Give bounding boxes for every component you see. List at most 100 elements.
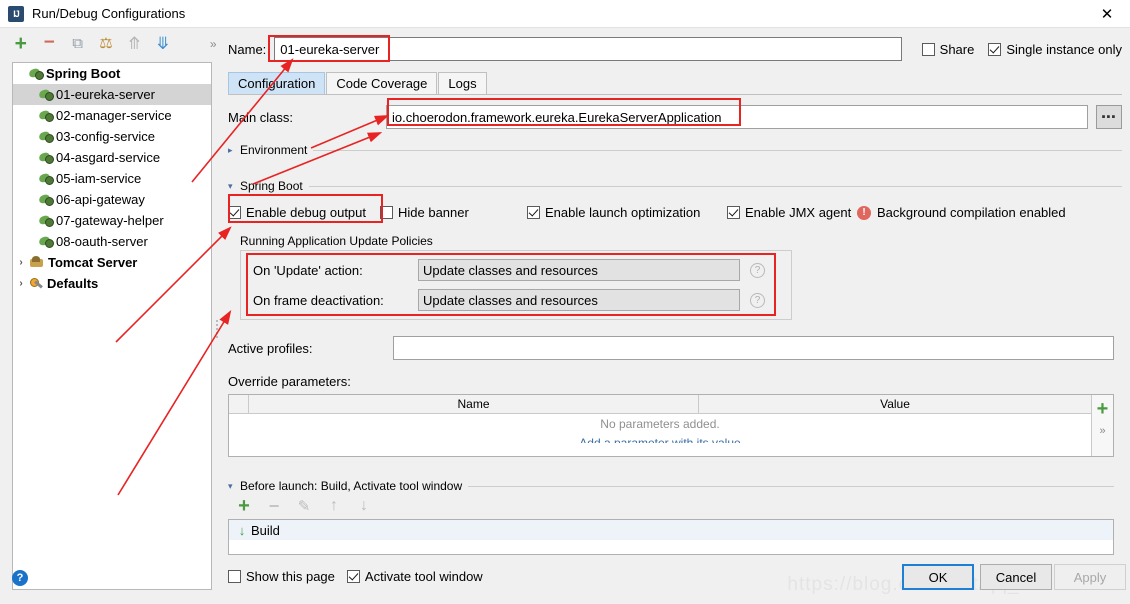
table-column-spacer — [229, 395, 249, 413]
close-icon[interactable]: ✕ — [1084, 0, 1130, 28]
override-parameters-table[interactable]: Name Value No parameters added. Add a pa… — [228, 394, 1114, 457]
build-icon: ↓ — [233, 523, 251, 538]
add-task-icon[interactable]: + — [236, 495, 252, 518]
tree-group-tomcat-server[interactable]: › Tomcat Server — [13, 252, 211, 273]
enable-launch-optimization-label: Enable launch optimization — [545, 205, 700, 220]
intellij-idea-icon: IJ — [8, 6, 24, 22]
tree-item-label: 05-iam-service — [56, 171, 141, 186]
add-parameter-button[interactable]: + — [1092, 395, 1113, 423]
table-column-value[interactable]: Value — [699, 395, 1091, 413]
on-frame-deactivation-select[interactable]: Update classes and resources — [418, 289, 740, 311]
chevron-right-icon[interactable]: ▸ — [228, 145, 240, 156]
divider — [313, 150, 1122, 151]
wrench-icon[interactable]: ⚖ — [97, 35, 114, 53]
tree-item-02-manager-service[interactable]: 02-manager-service — [13, 105, 211, 126]
tree-item-01-eureka-server[interactable]: 01-eureka-server — [13, 84, 211, 105]
hide-banner-label: Hide banner — [398, 205, 469, 220]
chevron-right-icon[interactable]: › — [13, 278, 29, 289]
share-label: Share — [940, 42, 975, 57]
add-icon[interactable]: + — [12, 35, 29, 53]
tree-item-05-iam-service[interactable]: 05-iam-service — [13, 168, 211, 189]
table-body: No parameters added. Add a parameter wit… — [229, 414, 1113, 456]
divider — [309, 186, 1122, 187]
window-title: Run/Debug Configurations — [32, 6, 185, 21]
before-launch-section-header[interactable]: ▾ Before launch: Build, Activate tool wi… — [228, 479, 1122, 493]
dialog-footer: https://blog.csdn.net/qq_26981833 ? OK C… — [0, 556, 1130, 604]
title-bar: IJ Run/Debug Configurations ✕ — [0, 0, 1130, 28]
tree-item-label: 06-api-gateway — [56, 192, 145, 207]
move-up-icon[interactable]: ⤊ — [126, 35, 143, 53]
table-column-name[interactable]: Name — [249, 395, 699, 413]
table-side-toolbar: + » — [1091, 395, 1113, 456]
chevron-down-icon[interactable]: ▾ — [228, 181, 240, 192]
move-up-icon: ↑ — [326, 497, 342, 515]
tree-item-label: 04-asgard-service — [56, 150, 160, 165]
browse-main-class-button[interactable]: ▪▪▪ — [1096, 105, 1122, 129]
on-frame-deactivation-row: On frame deactivation: Update classes an… — [253, 289, 781, 311]
tab-configuration[interactable]: Configuration — [228, 72, 325, 94]
tree-item-04-asgard-service[interactable]: 04-asgard-service — [13, 147, 211, 168]
main-class-input[interactable] — [386, 105, 1088, 129]
help-icon[interactable]: ? — [12, 570, 28, 586]
environment-section-header[interactable]: ▸ Environment — [228, 143, 1122, 157]
tree-group-spring-boot[interactable]: ⱟ Spring Boot — [13, 63, 211, 84]
right-pane: Name: Share Single instance only Configu… — [222, 28, 1130, 604]
tree-item-07-gateway-helper[interactable]: 07-gateway-helper — [13, 210, 211, 231]
enable-launch-optimization-checkbox[interactable]: Enable launch optimization — [527, 205, 727, 220]
active-profiles-row: Active profiles: — [228, 336, 1122, 360]
update-policies-group: On 'Update' action: Update classes and r… — [240, 250, 792, 320]
remove-icon[interactable]: − — [40, 35, 57, 53]
expand-more-icon[interactable]: » — [205, 35, 222, 53]
cancel-button[interactable]: Cancel — [980, 564, 1052, 590]
ok-button[interactable]: OK — [902, 564, 974, 590]
tree-item-08-oauth-server[interactable]: 08-oauth-server — [13, 231, 211, 252]
chevron-down-icon[interactable]: ▾ — [228, 481, 240, 492]
tab-bar: Configuration Code Coverage Logs — [228, 72, 488, 94]
spring-boot-icon — [39, 214, 54, 227]
move-down-icon: ↓ — [356, 497, 372, 515]
tree-group-defaults[interactable]: › Defaults — [13, 273, 211, 294]
enable-jmx-agent-checkbox[interactable]: Enable JMX agent — [727, 205, 857, 220]
help-icon[interactable]: ? — [750, 263, 765, 278]
active-profiles-input[interactable] — [393, 336, 1114, 360]
background-compilation-warning: ! Background compilation enabled — [857, 205, 1066, 220]
background-compilation-label: Background compilation enabled — [877, 205, 1066, 220]
add-parameter-link[interactable]: Add a parameter with its value — [229, 436, 1091, 443]
checkbox-box — [988, 43, 1001, 56]
apply-button[interactable]: Apply — [1054, 564, 1126, 590]
chevron-right-icon[interactable]: › — [13, 257, 29, 268]
configurations-tree[interactable]: ⱟ Spring Boot 01-eureka-server 02-manage… — [12, 62, 212, 590]
single-instance-only-checkbox[interactable]: Single instance only — [988, 42, 1122, 57]
help-icon[interactable]: ? — [750, 293, 765, 308]
tree-item-label: 08-oauth-server — [56, 234, 148, 249]
share-checkbox[interactable]: Share — [922, 42, 975, 57]
tree-group-label: Tomcat Server — [48, 255, 137, 270]
pane-splitter[interactable] — [214, 318, 220, 344]
chevron-down-icon[interactable]: ⱟ — [13, 68, 29, 79]
tree-item-06-api-gateway[interactable]: 06-api-gateway — [13, 189, 211, 210]
name-input[interactable] — [274, 37, 901, 61]
enable-debug-output-checkbox[interactable]: Enable debug output — [228, 205, 380, 220]
on-update-action-label: On 'Update' action: — [253, 263, 418, 278]
tree-item-03-config-service[interactable]: 03-config-service — [13, 126, 211, 147]
tree-group-label: Defaults — [47, 276, 98, 291]
single-instance-label: Single instance only — [1006, 42, 1122, 57]
before-launch-item-build[interactable]: ↓ Build — [229, 520, 1113, 540]
on-frame-deactivation-label: On frame deactivation: — [253, 293, 418, 308]
checkbox-box — [922, 43, 935, 56]
defaults-icon — [29, 277, 44, 291]
more-actions-button[interactable]: » — [1092, 423, 1113, 439]
main-class-row: Main class: ▪▪▪ — [228, 105, 1122, 129]
checkbox-box — [228, 206, 241, 219]
tab-code-coverage[interactable]: Code Coverage — [326, 72, 437, 94]
on-update-action-select[interactable]: Update classes and resources — [418, 259, 740, 281]
hide-banner-checkbox[interactable]: Hide banner — [380, 205, 527, 220]
tab-logs[interactable]: Logs — [438, 72, 486, 94]
update-policies-title: Running Application Update Policies — [240, 234, 1122, 248]
on-update-action-row: On 'Update' action: Update classes and r… — [253, 259, 781, 281]
before-launch-list[interactable]: ↓ Build — [228, 519, 1114, 555]
move-down-icon[interactable]: ⤋ — [154, 35, 171, 53]
spring-boot-icon — [39, 193, 54, 206]
copy-icon[interactable]: ⧉ — [69, 35, 86, 53]
spring-boot-section-header[interactable]: ▾ Spring Boot — [228, 179, 1122, 193]
